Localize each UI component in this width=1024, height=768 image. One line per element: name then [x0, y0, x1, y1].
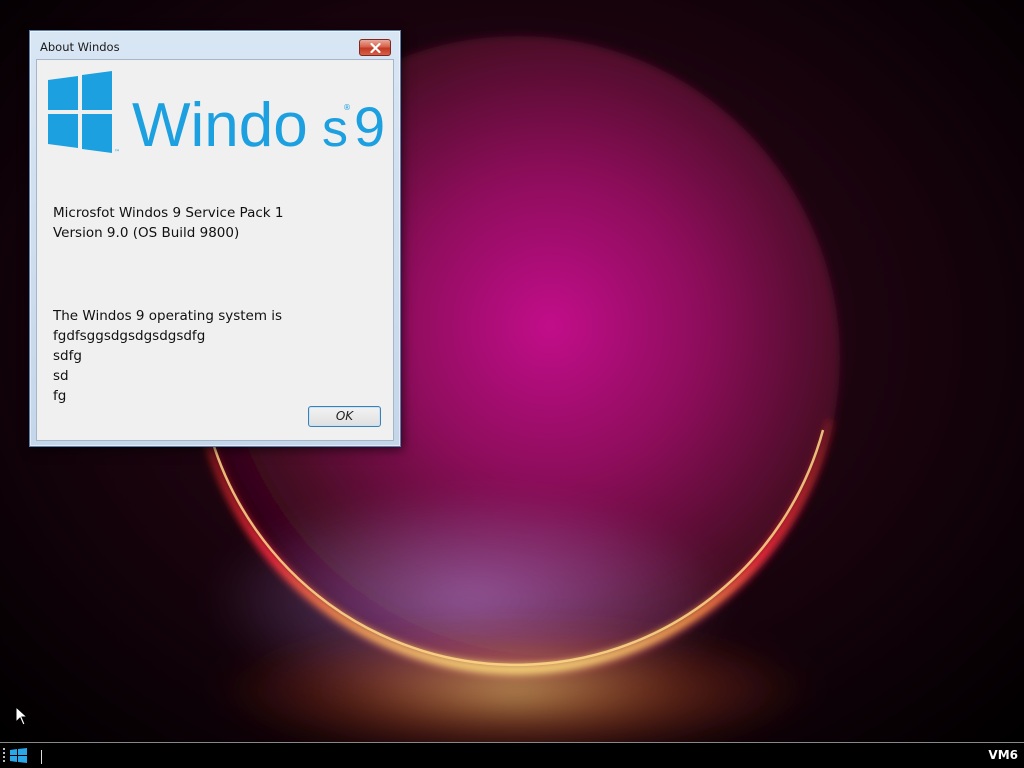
about-dialog: About Windos ™ Windo s ® 9 Microsfot Win…	[29, 30, 401, 447]
dialog-title: About Windos	[40, 40, 120, 54]
description-line: sd	[53, 368, 69, 384]
taskbar-separator	[41, 750, 42, 764]
taskbar: VM6	[0, 742, 1024, 768]
ok-button[interactable]: OK	[308, 406, 381, 427]
start-button[interactable]	[9, 747, 29, 765]
description-line: The Windos 9 operating system is	[53, 308, 283, 324]
windos-logo: ™ Windo s ® 9	[48, 71, 385, 160]
logo-text-left: Windo	[132, 91, 308, 160]
tray-label: VM6	[988, 748, 1018, 762]
dialog-titlebar[interactable]: About Windos	[30, 31, 400, 59]
version-line: Version 9.0 (OS Build 9800)	[53, 225, 240, 241]
logo-version: 9	[354, 95, 385, 158]
description-line: fg	[53, 388, 67, 404]
windows-flag-icon	[48, 71, 112, 153]
dialog-client-area: ™ Windo s ® 9 Microsfot Windos 9 Service…	[36, 59, 394, 441]
description-line: fgdfsggsdgsdgsdgsdfg	[53, 328, 206, 344]
taskbar-grip-icon	[3, 748, 5, 762]
mouse-cursor-icon	[15, 706, 29, 726]
description-line: sdfg	[53, 348, 82, 364]
close-icon	[370, 43, 381, 53]
windows-logo-icon	[10, 748, 27, 763]
product-line: Microsfot Windos 9 Service Pack 1	[53, 205, 284, 221]
svg-text:™: ™	[114, 149, 120, 156]
svg-text:®: ®	[343, 103, 351, 112]
close-button[interactable]	[359, 39, 391, 56]
